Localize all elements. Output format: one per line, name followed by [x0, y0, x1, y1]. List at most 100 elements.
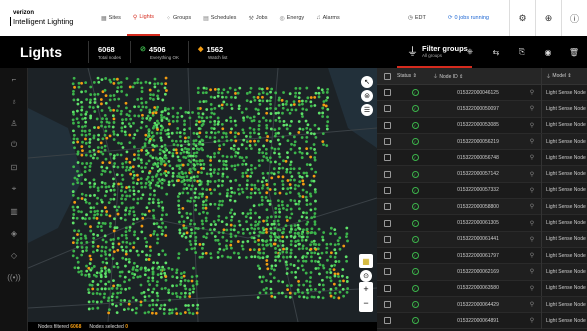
- locate-pin-icon[interactable]: ⚲: [523, 317, 541, 324]
- locate-pin-icon[interactable]: ⚲: [523, 203, 541, 210]
- row-checkbox[interactable]: [383, 301, 391, 308]
- globe-icon[interactable]: ⊕: [535, 0, 561, 36]
- nav-lights[interactable]: ⚲ Lights: [126, 0, 160, 36]
- stat-everything-ok[interactable]: ⊘ 4506 Everything OK: [130, 41, 188, 63]
- node-marker: [257, 127, 261, 131]
- model-column-header[interactable]: ⏚ Model ⇕: [541, 68, 587, 85]
- settings-gear-icon[interactable]: ⚙: [509, 0, 535, 36]
- help-icon[interactable]: ⓘ: [561, 0, 587, 36]
- locate-pin-icon[interactable]: ⚲: [523, 285, 541, 292]
- nav-alarms[interactable]: ♫ Alarms: [310, 0, 346, 36]
- camera-icon[interactable]: ⊡: [0, 156, 28, 178]
- table-row[interactable]: ✓ 015322000063580 ⚲ Light Sense Node: [377, 280, 587, 297]
- locate-pin-icon[interactable]: ⚲: [523, 236, 541, 243]
- node-icon[interactable]: ◈: [0, 222, 28, 244]
- table-row[interactable]: ✓ 015322000046125 ⚲ Light Sense Node: [377, 84, 587, 102]
- row-checkbox[interactable]: [383, 252, 391, 260]
- row-checkbox[interactable]: [383, 219, 391, 227]
- node-marker: [117, 104, 121, 108]
- row-checkbox[interactable]: [383, 284, 391, 292]
- locate-pin-icon[interactable]: ⚲: [523, 138, 541, 145]
- locate-pin-icon[interactable]: ⚲: [523, 171, 541, 178]
- table-row[interactable]: ✓ 015322000061797 ⚲ Light Sense Node: [377, 247, 587, 265]
- trash-icon[interactable]: 🗑: [561, 36, 587, 68]
- node-marker: [118, 270, 122, 274]
- brand-logo[interactable]: verizon Intelligent Lighting: [0, 10, 85, 26]
- node-map[interactable]: [28, 68, 377, 322]
- move-icon[interactable]: ⇆: [483, 36, 509, 68]
- table-row[interactable]: ✓ 015322000062169 ⚲ Light Sense Node: [377, 263, 587, 281]
- stat-watch-list[interactable]: ◆ 1562 Watch list: [188, 41, 236, 63]
- locate-pin-icon[interactable]: ⚲: [523, 105, 541, 112]
- row-checkbox[interactable]: [383, 138, 391, 146]
- location-icon[interactable]: ⌖: [0, 178, 28, 200]
- node-marker: [204, 203, 208, 207]
- locate-pin-icon[interactable]: ⚲: [523, 252, 541, 259]
- row-checkbox[interactable]: [383, 268, 391, 276]
- locate-pin-icon[interactable]: ⚲: [523, 220, 541, 227]
- nav-jobs[interactable]: ⚒ Jobs: [242, 0, 273, 36]
- status-column-header[interactable]: Status ⇕: [397, 73, 433, 79]
- row-checkbox[interactable]: [383, 317, 391, 325]
- lasso-icon[interactable]: ⌐: [0, 68, 28, 90]
- table-row[interactable]: ✓ 015322000064429 ⚲ Light Sense Node: [377, 296, 587, 314]
- table-row[interactable]: ✓ 015322000057142 ⚲ Light Sense Node: [377, 166, 587, 183]
- map-fullscreen-icon[interactable]: ⊙: [360, 270, 372, 282]
- row-checkbox[interactable]: [383, 170, 391, 178]
- row-checkbox[interactable]: [383, 186, 391, 194]
- timezone-indicator[interactable]: ◷ EDT: [408, 15, 426, 21]
- table-row[interactable]: ✓ 015322000053085 ⚲ Light Sense Node: [377, 117, 587, 134]
- nav-energy[interactable]: ◎ Energy: [273, 0, 310, 36]
- table-row[interactable]: ✓ 015322000058800 ⚲ Light Sense Node: [377, 198, 587, 216]
- row-checkbox[interactable]: [383, 235, 391, 243]
- diamond-icon[interactable]: ◇: [0, 244, 28, 266]
- signal-icon[interactable]: ((•)): [0, 266, 28, 288]
- building-icon[interactable]: ▥: [0, 200, 28, 222]
- plug-icon[interactable]: ⏻: [0, 134, 28, 156]
- node-id-column-header[interactable]: ⏚ Node ID ⇕: [433, 73, 541, 80]
- row-checkbox[interactable]: [383, 154, 391, 162]
- nav-groups[interactable]: ⁘ Groups: [160, 0, 197, 36]
- table-row[interactable]: ✓ 015322000056219 ⚲ Light Sense Node: [377, 133, 587, 151]
- map-chat-icon[interactable]: ☰: [361, 104, 373, 116]
- map-view[interactable]: ↖ ⊜ ☰ ▦ ⊙ + −: [28, 68, 377, 322]
- zoom-in-button[interactable]: +: [359, 282, 373, 296]
- node-marker: [325, 246, 329, 250]
- node-marker: [329, 279, 333, 283]
- locate-pin-icon[interactable]: ⚲: [523, 154, 541, 161]
- nav-sites[interactable]: ▦ Sites: [95, 0, 127, 36]
- person-icon[interactable]: ♙: [0, 112, 28, 134]
- map-grid-icon[interactable]: ▦: [359, 254, 373, 268]
- table-row[interactable]: ✓ 015322000061441 ⚲ Light Sense Node: [377, 231, 587, 248]
- table-row[interactable]: ✓ 015322000061305 ⚲ Light Sense Node: [377, 215, 587, 232]
- table-row[interactable]: ✓ 015322000050097 ⚲ Light Sense Node: [377, 100, 587, 118]
- node-marker: [171, 119, 175, 123]
- node-marker: [104, 275, 108, 278]
- map-pointer-icon[interactable]: ↖: [361, 76, 373, 88]
- zoom-out-button[interactable]: −: [359, 296, 373, 310]
- bulb-icon[interactable]: ♁: [0, 90, 28, 112]
- nav-schedules[interactable]: ▤ Schedules: [197, 0, 242, 36]
- locate-pin-icon[interactable]: ⚲: [523, 89, 541, 96]
- locate-pin-icon[interactable]: ⚲: [523, 268, 541, 275]
- map-layers-icon[interactable]: ⊜: [361, 90, 373, 102]
- export-icon[interactable]: ⎘: [509, 36, 535, 68]
- light-group-icon[interactable]: ⎈: [457, 36, 483, 68]
- model-cell: Light Sense Node: [541, 133, 587, 150]
- row-checkbox[interactable]: [383, 89, 391, 97]
- select-all-checkbox[interactable]: [383, 72, 391, 80]
- row-checkbox[interactable]: [383, 203, 391, 211]
- node-marker: [167, 180, 171, 184]
- table-row[interactable]: ✓ 015322000056748 ⚲ Light Sense Node: [377, 149, 587, 167]
- table-row[interactable]: ✓ 015322000064891 ⚲ Light Sense Node: [377, 312, 587, 330]
- jobs-running-indicator[interactable]: ⟳ 0 jobs running: [448, 15, 489, 21]
- view-icon[interactable]: ◉: [535, 36, 561, 68]
- table-row[interactable]: ✓ 015322000057332 ⚲ Light Sense Node: [377, 182, 587, 200]
- locate-pin-icon[interactable]: ⚲: [523, 187, 541, 194]
- row-checkbox[interactable]: [383, 121, 391, 129]
- locate-pin-icon[interactable]: ⚲: [523, 122, 541, 129]
- locate-pin-icon[interactable]: ⚲: [523, 301, 541, 308]
- funnel-icon: ⏚: [407, 46, 418, 58]
- node-marker: [159, 303, 163, 307]
- row-checkbox[interactable]: [383, 105, 391, 113]
